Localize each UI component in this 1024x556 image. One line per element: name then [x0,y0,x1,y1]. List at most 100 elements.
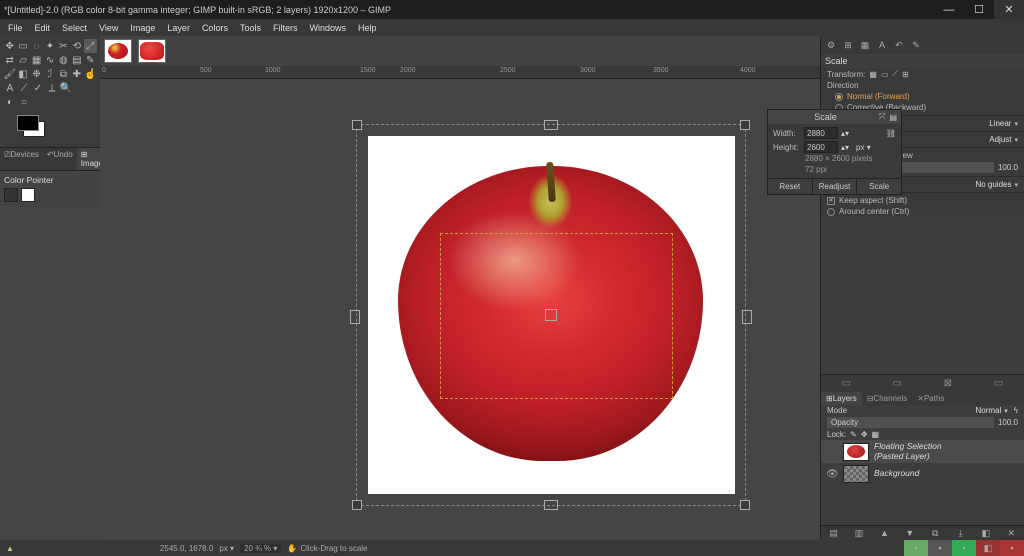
sb-btn-2[interactable]: ▪ [928,540,952,556]
pointer-sw2[interactable] [21,188,35,202]
menu-tools[interactable]: Tools [234,22,267,34]
rotate-tool-icon[interactable]: ⟲ [70,39,83,53]
pencil-tool-icon[interactable]: ✎ [84,53,97,67]
dodge-tool-icon[interactable]: ◐ [3,95,17,109]
mask-layer-icon[interactable]: ◧ [973,526,998,540]
height-input[interactable]: 2600 [804,141,838,153]
close-button[interactable]: ✕ [994,0,1024,19]
eraser-tool-icon[interactable]: ◧ [16,67,29,81]
image-tab-2[interactable] [138,39,166,63]
airbrush-tool-icon[interactable]: ❉ [30,67,43,81]
ruler-horizontal[interactable]: 05001000150020002500300035004000 [100,66,820,79]
gradient-tool-icon[interactable]: ▤ [70,53,83,67]
transform-layer-icon[interactable]: ▦ [869,70,877,79]
handle-center[interactable] [545,309,557,321]
layer-group-icon[interactable]: ▥ [846,526,871,540]
paintbrush-tool-icon[interactable]: 🖌 [3,67,16,81]
path-tool-icon[interactable]: ⟋ [17,81,31,95]
menu-colors[interactable]: Colors [196,22,234,34]
layer-floating-selection[interactable]: Floating Selection(Pasted Layer) [821,440,1024,463]
tab-channels[interactable]: ⊟Channels [862,392,913,405]
spinner-icon[interactable]: ▴▾ [841,129,849,138]
menu-layer[interactable]: Layer [161,22,196,34]
tab-layers[interactable]: ⊞Layers [821,392,862,405]
sb-btn-3[interactable]: ▪ [952,540,976,556]
color-swatches[interactable] [3,113,97,141]
menu-edit[interactable]: Edit [29,22,57,34]
lock-alpha-icon[interactable]: ▦ [872,430,880,439]
middock-tab3-icon[interactable]: ⊠ [923,378,974,389]
tab-brushes-icon[interactable]: ⊞ [841,38,855,52]
sb-btn-4[interactable]: ◧ [976,540,1000,556]
handle-e[interactable] [742,310,752,324]
minimize-button[interactable]: — [934,0,964,19]
zoom-tool-icon[interactable]: 🔍 [59,81,73,95]
warp-tool-icon[interactable]: ∿ [43,53,56,67]
spinner-icon[interactable]: ▴▾ [841,143,849,152]
unified-transform-tool-icon[interactable]: ▦ [30,53,43,67]
guides-dropdown[interactable]: No guides▾ [975,180,1018,189]
rect-select-tool-icon[interactable]: ▭ [16,39,29,53]
scale-dialog-pin-icon[interactable]: ⤧ [879,112,885,122]
tab-history-icon[interactable]: ↶ [892,38,906,52]
visibility-icon[interactable]: 👁 [826,469,838,480]
sb-btn-5[interactable]: ▪ [1000,540,1024,556]
middock-tab4-icon[interactable]: ▭ [973,378,1024,389]
tab-paths[interactable]: ⨯Paths [912,392,949,405]
handle-w[interactable] [350,310,360,324]
image-tab-1[interactable] [104,39,132,63]
canvas-viewport[interactable] [100,79,820,540]
width-input[interactable]: 2880 [804,127,838,139]
middock-tab2-icon[interactable]: ▭ [872,378,923,389]
smudge-tool-icon[interactable]: ☝ [84,67,97,81]
duplicate-layer-icon[interactable]: ⧉ [923,526,948,540]
check-keep-aspect[interactable] [827,197,835,205]
menu-filters[interactable]: Filters [267,22,304,34]
interpolation-dropdown[interactable]: Linear▾ [989,119,1018,128]
handle-sw[interactable] [352,500,362,510]
color-picker-tool-icon[interactable]: ✓ [31,81,45,95]
fg-color-swatch[interactable] [17,115,39,131]
tab-paint-icon[interactable]: ✎ [909,38,923,52]
tab-undo[interactable]: ↶Undo [43,148,77,170]
blur-tool-icon[interactable]: ○ [17,95,31,109]
raise-layer-icon[interactable]: ▲ [872,526,897,540]
transform-bbox[interactable] [356,124,746,506]
scale-button[interactable]: Scale [857,179,901,194]
sb-btn-1[interactable]: ▪ [904,540,928,556]
layer-opacity-slider[interactable]: Opacity [827,417,994,428]
tab-tooloptions-icon[interactable]: ⚙ [824,38,838,52]
tab-fonts-icon[interactable]: A [875,38,889,52]
reset-button[interactable]: Reset [768,179,813,194]
clone-tool-icon[interactable]: ⧉ [57,67,70,81]
heal-tool-icon[interactable]: ✚ [70,67,83,81]
transform-path-icon[interactable]: ⟋ [893,69,899,79]
zoom-selector[interactable]: 20 ¾ % ▾ [240,544,281,553]
new-layer-icon[interactable]: ▤ [821,526,846,540]
unit-selector[interactable]: px ▾ [219,544,234,553]
scale-tool-icon[interactable]: ⤢ [84,39,97,53]
clipping-dropdown[interactable]: Adjust▾ [989,135,1018,144]
move-tool-icon[interactable]: ✥ [3,39,16,53]
maximize-button[interactable]: ☐ [964,0,994,19]
warning-icon[interactable]: ▲ [6,544,14,553]
mode-dropdown[interactable]: Normal▾ϟ [975,406,1018,415]
handle-se[interactable] [740,500,750,510]
lock-position-icon[interactable]: ✥ [861,430,868,439]
layer-background[interactable]: 👁 Background [821,463,1024,485]
fuzzy-select-tool-icon[interactable]: ✦ [43,39,56,53]
middock-tab1-icon[interactable]: ▭ [821,378,872,389]
handle-ne[interactable] [740,120,750,130]
handle-s[interactable] [544,500,558,510]
measure-tool-icon[interactable]: ⟂ [45,81,59,95]
unit-dropdown[interactable]: px ▾ [856,143,871,152]
handle-n[interactable] [544,120,558,130]
lock-pixels-icon[interactable]: ✎ [850,430,857,439]
bucket-fill-tool-icon[interactable]: ◍ [57,53,70,67]
tab-devices[interactable]: ⎚Devices [0,148,43,170]
readjust-button[interactable]: Readjust [813,179,858,194]
transform-selection-icon[interactable]: ▭ [881,70,889,79]
menu-select[interactable]: Select [56,22,93,34]
transform-image-icon[interactable]: ⊞ [902,70,909,79]
scale-dialog[interactable]: Scale ⤧ ▤ Width: 2880 ▴▾ ⛓ Height: 2600 … [767,109,902,195]
